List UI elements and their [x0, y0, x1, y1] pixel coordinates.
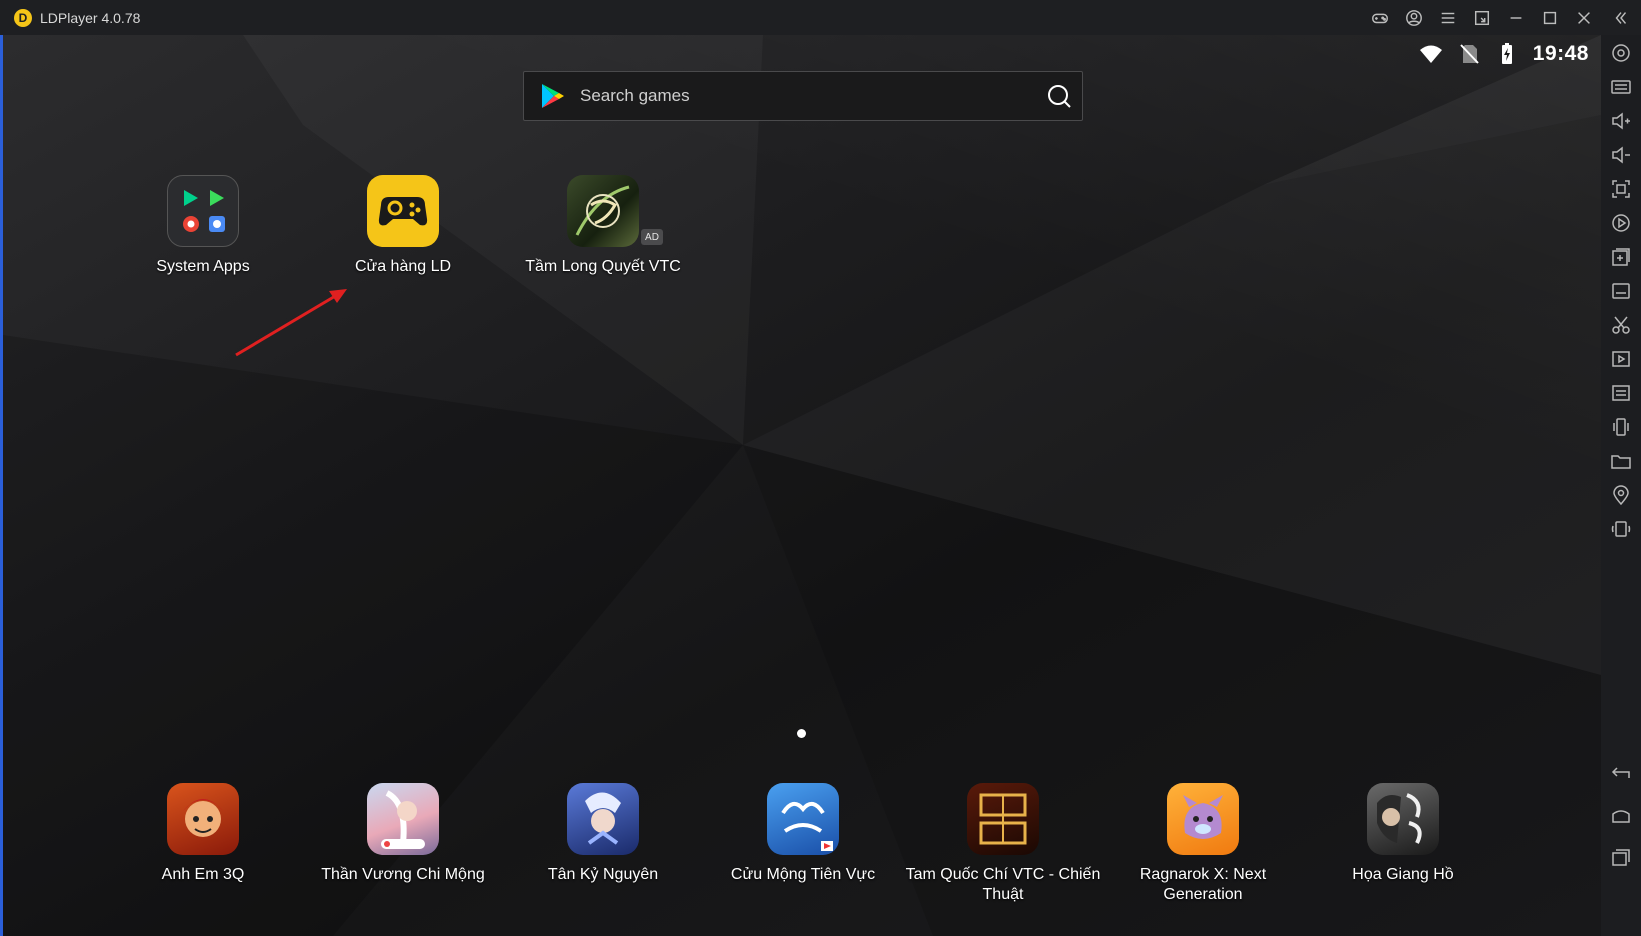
- close-icon[interactable]: [1567, 0, 1601, 35]
- search-button[interactable]: [1036, 73, 1082, 119]
- volume-down-icon[interactable]: [1609, 143, 1633, 167]
- google-play-icon: [542, 84, 564, 108]
- tam-long-quyet-game-icon: [567, 175, 639, 247]
- collapse-sidebar-icon[interactable]: [1601, 0, 1641, 35]
- right-toolbar: [1601, 35, 1641, 936]
- app-tam-quoc-chi-vtc[interactable]: Tam Quốc Chí VTC - Chiến Thuật: [903, 783, 1103, 905]
- app-anh-em-3q[interactable]: Anh Em 3Q: [103, 783, 303, 885]
- app-label: Cửa hàng LD: [354, 258, 452, 275]
- app-label: Họa Giang Hồ: [1352, 866, 1454, 883]
- ragnarok-x-game-icon: [1167, 783, 1239, 855]
- rotate-screen-icon[interactable]: [1609, 517, 1633, 541]
- sync-icon[interactable]: [1609, 381, 1633, 405]
- mini-mode-icon[interactable]: [1465, 0, 1499, 35]
- app-tam-long-quyet[interactable]: Tầm Long Quyết VTC: [503, 175, 703, 277]
- settings-gear-icon[interactable]: [1609, 41, 1633, 65]
- app-cuu-mong-tien-vuc[interactable]: Cửu Mộng Tiên Vực: [703, 783, 903, 885]
- status-clock: 19:48: [1532, 42, 1589, 65]
- than-vuong-chi-mong-game-icon: [367, 783, 439, 855]
- folder-icon[interactable]: [1609, 449, 1633, 473]
- shake-icon[interactable]: [1609, 415, 1633, 439]
- gamepad-icon[interactable]: [1363, 0, 1397, 35]
- video-record-icon[interactable]: [1609, 347, 1633, 371]
- app-ld-store[interactable]: Cửa hàng LD: [303, 175, 503, 277]
- hoa-giang-ho-game-icon: [1367, 783, 1439, 855]
- install-apk-icon[interactable]: [1609, 279, 1633, 303]
- app-label: Tầm Long Quyết VTC: [525, 258, 681, 275]
- location-icon[interactable]: [1609, 483, 1633, 507]
- title-controls: [1363, 0, 1641, 35]
- home-icon[interactable]: [1609, 803, 1633, 827]
- minimize-icon[interactable]: [1499, 0, 1533, 35]
- app-label: Thần Vương Chi Mộng: [321, 866, 485, 883]
- status-bar: 19:48: [1419, 39, 1589, 69]
- search-bar[interactable]: [523, 71, 1083, 121]
- app-label: Tam Quốc Chí VTC - Chiến Thuật: [905, 866, 1101, 903]
- recent-apps-icon[interactable]: [1609, 845, 1633, 869]
- cuu-mong-tien-vuc-game-icon: [767, 783, 839, 855]
- ld-store-gamepad-icon: [367, 175, 439, 247]
- menu-icon[interactable]: [1431, 0, 1465, 35]
- tam-quoc-chi-vtc-game-icon: [967, 783, 1039, 855]
- no-sim-icon: [1460, 44, 1479, 64]
- search-icon: [1048, 85, 1071, 108]
- fullscreen-icon[interactable]: [1609, 177, 1633, 201]
- search-input[interactable]: [580, 86, 1036, 106]
- app-label: Cửu Mộng Tiên Vực: [730, 866, 876, 883]
- app-system-apps[interactable]: System Apps: [103, 175, 303, 277]
- window-title: LDPlayer 4.0.78: [40, 9, 141, 26]
- add-instance-icon[interactable]: [1609, 245, 1633, 269]
- wifi-icon: [1419, 45, 1442, 63]
- app-label: Tân Kỷ Nguyên: [547, 866, 659, 883]
- system-apps-folder-icon: [167, 175, 239, 247]
- keyboard-icon[interactable]: [1609, 75, 1633, 99]
- app-hoa-giang-ho[interactable]: Họa Giang Hồ: [1303, 783, 1503, 885]
- ldplayer-logo-icon: D: [14, 8, 32, 27]
- back-icon[interactable]: [1609, 761, 1633, 785]
- scissors-icon[interactable]: [1609, 313, 1633, 337]
- app-label: Ragnarok X: Next Generation: [1139, 866, 1267, 903]
- app-tan-ky-nguyen[interactable]: Tân Kỷ Nguyên: [503, 783, 703, 885]
- maximize-icon[interactable]: [1533, 0, 1567, 35]
- account-icon[interactable]: [1397, 0, 1431, 35]
- page-indicator-dot[interactable]: [797, 729, 806, 738]
- battery-charging-icon: [1501, 43, 1512, 64]
- android-home-screen[interactable]: 19:48 System Apps: [3, 35, 1601, 936]
- anh-em-3q-game-icon: [167, 783, 239, 855]
- app-label: System Apps: [156, 258, 250, 275]
- app-ragnarok-x[interactable]: Ragnarok X: Next Generation: [1103, 783, 1303, 905]
- volume-up-icon[interactable]: [1609, 109, 1633, 133]
- operation-record-icon[interactable]: [1609, 211, 1633, 235]
- title-bar: D LDPlayer 4.0.78: [0, 0, 1641, 35]
- ad-badge: AD: [641, 229, 663, 245]
- tan-ky-nguyen-game-icon: [567, 783, 639, 855]
- app-label: Anh Em 3Q: [161, 866, 245, 883]
- app-than-vuong-chi-mong[interactable]: Thần Vương Chi Mộng: [303, 783, 503, 885]
